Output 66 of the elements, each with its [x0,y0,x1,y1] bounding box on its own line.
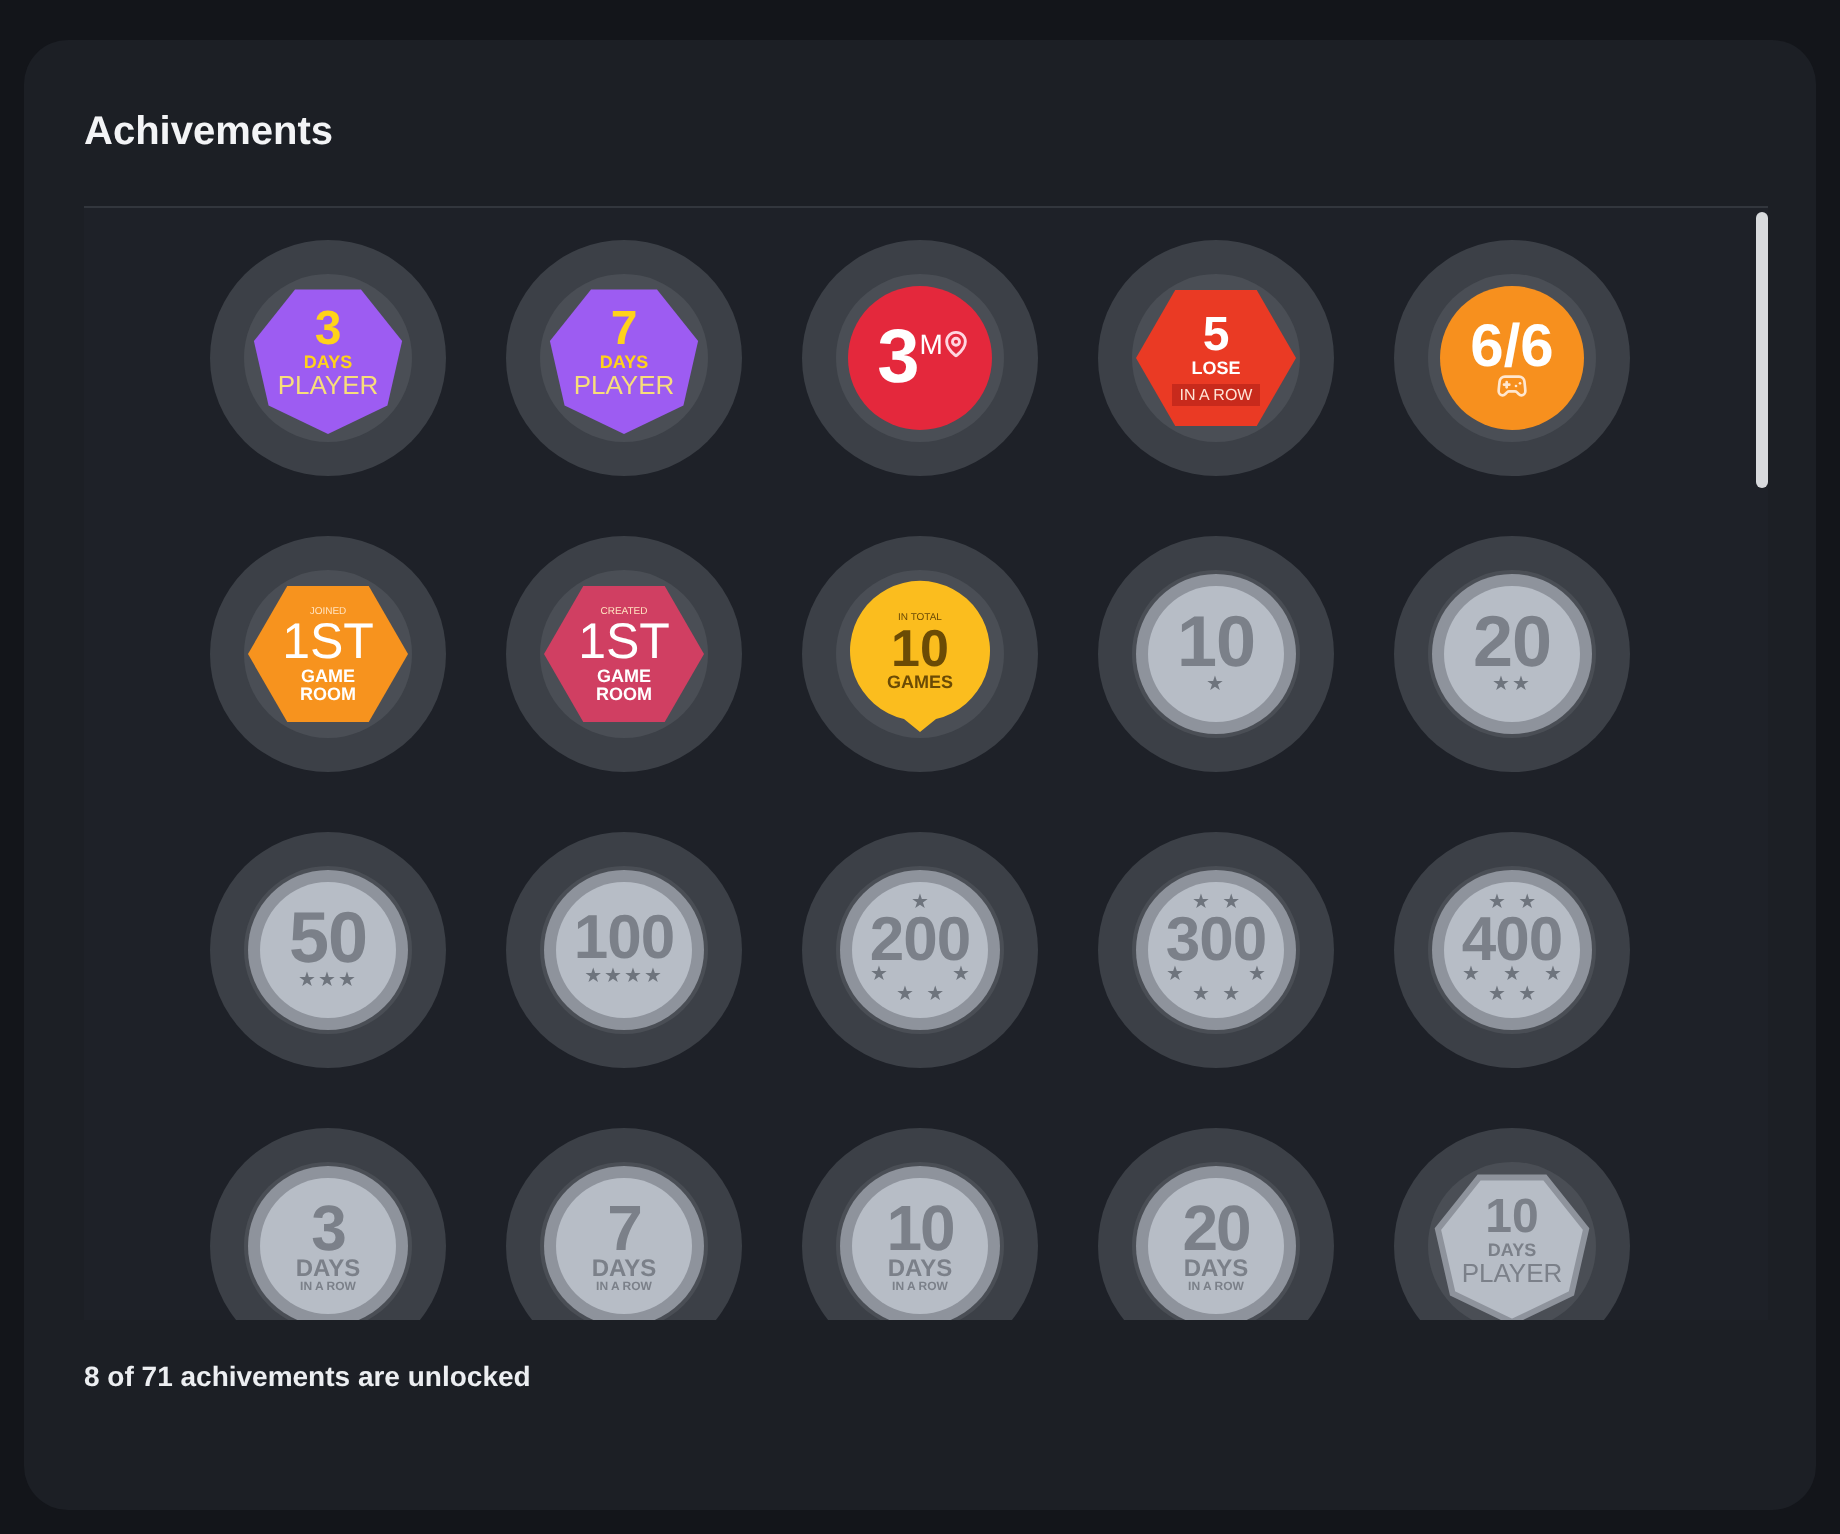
badge-tile[interactable]: 10 ★ [1098,536,1334,772]
badge-number: 10 [886,1200,954,1256]
badge-number: 3 [314,308,342,352]
badge-unit: DAYS [1183,1256,1249,1280]
star-row: ★ [1206,676,1226,696]
badge-number: 6/6 [1470,318,1554,378]
badge-tile[interactable]: 50 ★★★ [210,832,446,1068]
badge-tile[interactable]: ★ ★ 400 ★ ★ ★ ★ ★ [1394,832,1630,1068]
badge-caption: GAME ROOM [596,667,652,703]
badge-unit: DAYS [887,1256,953,1280]
star-row: ★ ★ [869,966,970,986]
star-row: ★ [911,894,929,914]
badge-number: 20 [1182,1200,1250,1256]
badge-number: 7 [607,1200,641,1256]
star-row: ★ ★ [1191,986,1241,1006]
star-row: ★ ★ [895,986,945,1006]
badge-number: 7 [610,308,638,352]
star-row: ★ ★ [1487,986,1537,1006]
unlocked-summary: 8 of 71 achivements are unlocked [84,1358,531,1396]
badge-tile[interactable]: 10 DAYS PLAYER [1394,1128,1630,1320]
star-row: ★ ★ [1487,894,1537,914]
badge-caption: PLAYER [573,372,675,400]
badge-number: 300 [1165,914,1267,966]
badge-number: 1ST [282,617,374,667]
badge-number: 400 [1461,914,1563,966]
badge-caption: PLAYER [277,372,379,400]
badge-tile[interactable]: 5 LOSE IN A ROW [1098,240,1334,476]
badge-caption: PLAYER [1461,1260,1563,1288]
badge-number: 200 [869,914,971,966]
badge-unit: DAYS [599,352,649,372]
badge-unit: DAYS [303,352,353,372]
badge-tile[interactable]: 6/6 [1394,240,1630,476]
star-row: ★ ★ [1191,894,1241,914]
badge-tile[interactable]: ★ 200 ★ ★ ★ ★ [802,832,1038,1068]
badge-number: 20 [1472,612,1552,672]
badge-tile[interactable]: 100 ★★★★ [506,832,742,1068]
badge-number: 100 [573,912,675,964]
badge-caption: IN A ROW [1171,384,1261,406]
badge-caption: GAMES [886,672,953,692]
badge-unit: DAYS [591,1256,657,1280]
badge-number: 10 [891,624,949,672]
badge-tile[interactable]: 3 DAYS PLAYER [210,240,446,476]
gamepad-icon [1496,370,1528,402]
badge-unit: LOSE [1191,358,1241,380]
star-row: ★★★★ [584,968,664,988]
card-title: Achivements [84,108,333,158]
badge-unit: DAYS [295,1256,361,1280]
badge-number: 5 [1202,314,1230,358]
star-row: ★★★ [298,972,358,992]
badge-tile[interactable]: 20 ★★ [1394,536,1630,772]
badge-number: 3 [877,320,920,396]
star-row: ★ ★ [1165,966,1266,986]
scrollbar-thumb[interactable] [1756,212,1768,488]
badge-number: 50 [288,908,368,968]
badge-caption: GAME ROOM [300,667,356,703]
location-pin-icon [942,330,971,358]
badge-number: 1ST [578,617,670,667]
badge-number: 10 [1176,612,1256,672]
badge-number: 3 [311,1200,345,1256]
badge-unit: M [919,328,943,360]
badge-unit: DAYS [1487,1240,1537,1260]
badge-tile[interactable]: 7 DAYS PLAYER [506,240,742,476]
badge-number: 10 [1485,1196,1539,1240]
star-row: ★ ★ ★ [1461,966,1562,986]
badge-tile[interactable]: ★ ★ 300 ★ ★ ★ ★ [1098,832,1334,1068]
star-row: ★★ [1492,676,1532,696]
